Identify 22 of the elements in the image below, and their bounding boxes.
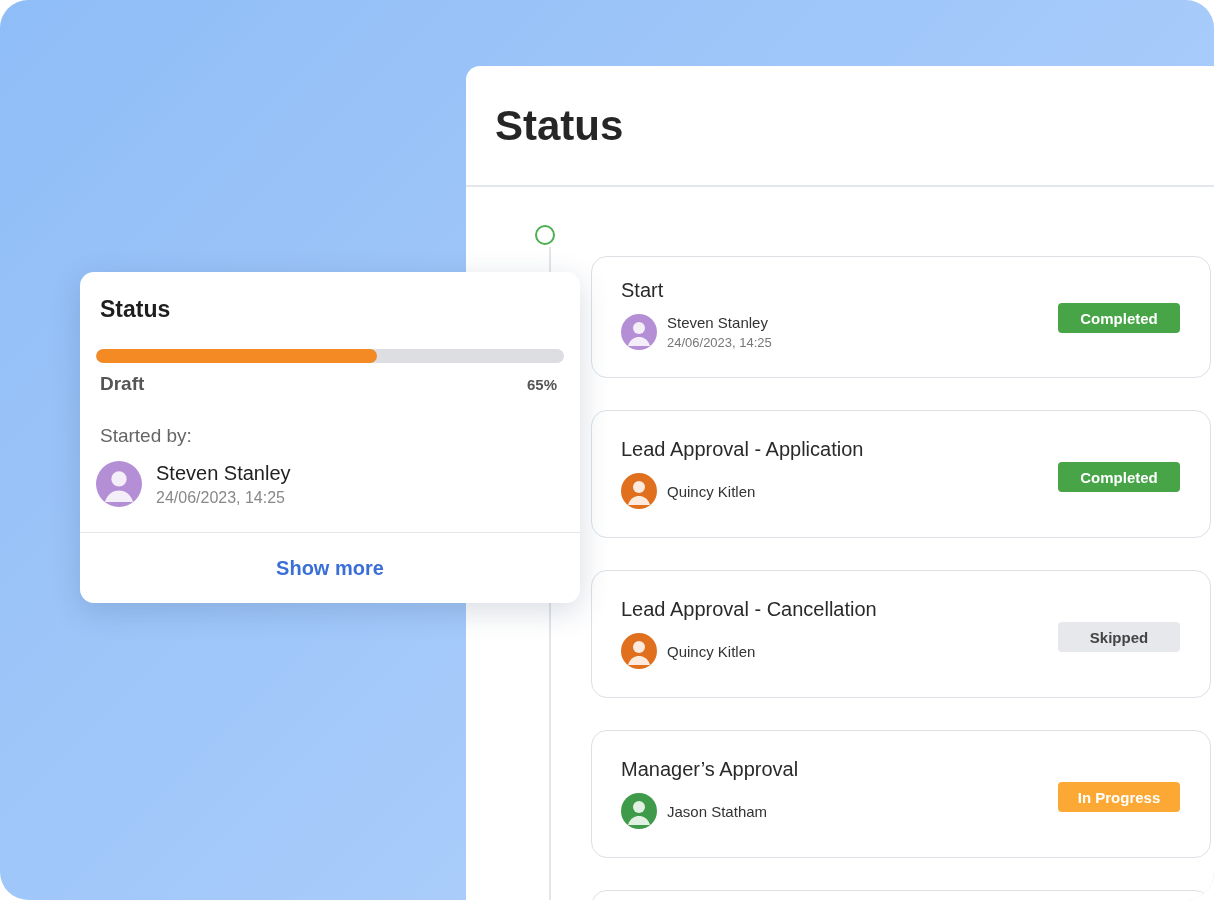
assignee-name: Quincy Kitlen [667,642,756,660]
started-by-label: Started by: [99,425,193,447]
assignee-name: Jason Statham [667,802,768,820]
status-badge: Completed [1058,303,1180,333]
timeline-start-icon [535,225,555,245]
assignee-name: Steven Stanley [667,314,769,331]
stage-label: Draft [100,373,145,395]
status-badge: Skipped [1058,622,1180,652]
show-more-link[interactable]: Show more [276,556,384,580]
status-badge: In Progress [1058,782,1180,812]
popup-title: Status [99,296,172,323]
assignee-date: 24/06/2023, 14:25 [667,335,772,350]
step-title: Lead Approval - Application [621,438,864,461]
panel-title: Status [495,102,625,150]
step-title: Manager’s Approval [621,758,799,781]
status-badge: Completed [1058,462,1180,492]
step-title: Start [621,279,665,302]
assignee-name: Quincy Kitlen [667,482,756,500]
starter-name: Steven Stanley [156,461,291,485]
progress-percent: 65% [526,375,557,393]
starter-date: 24/06/2023, 14:25 [156,488,286,507]
step-title: Lead Approval - Cancellation [621,598,877,621]
